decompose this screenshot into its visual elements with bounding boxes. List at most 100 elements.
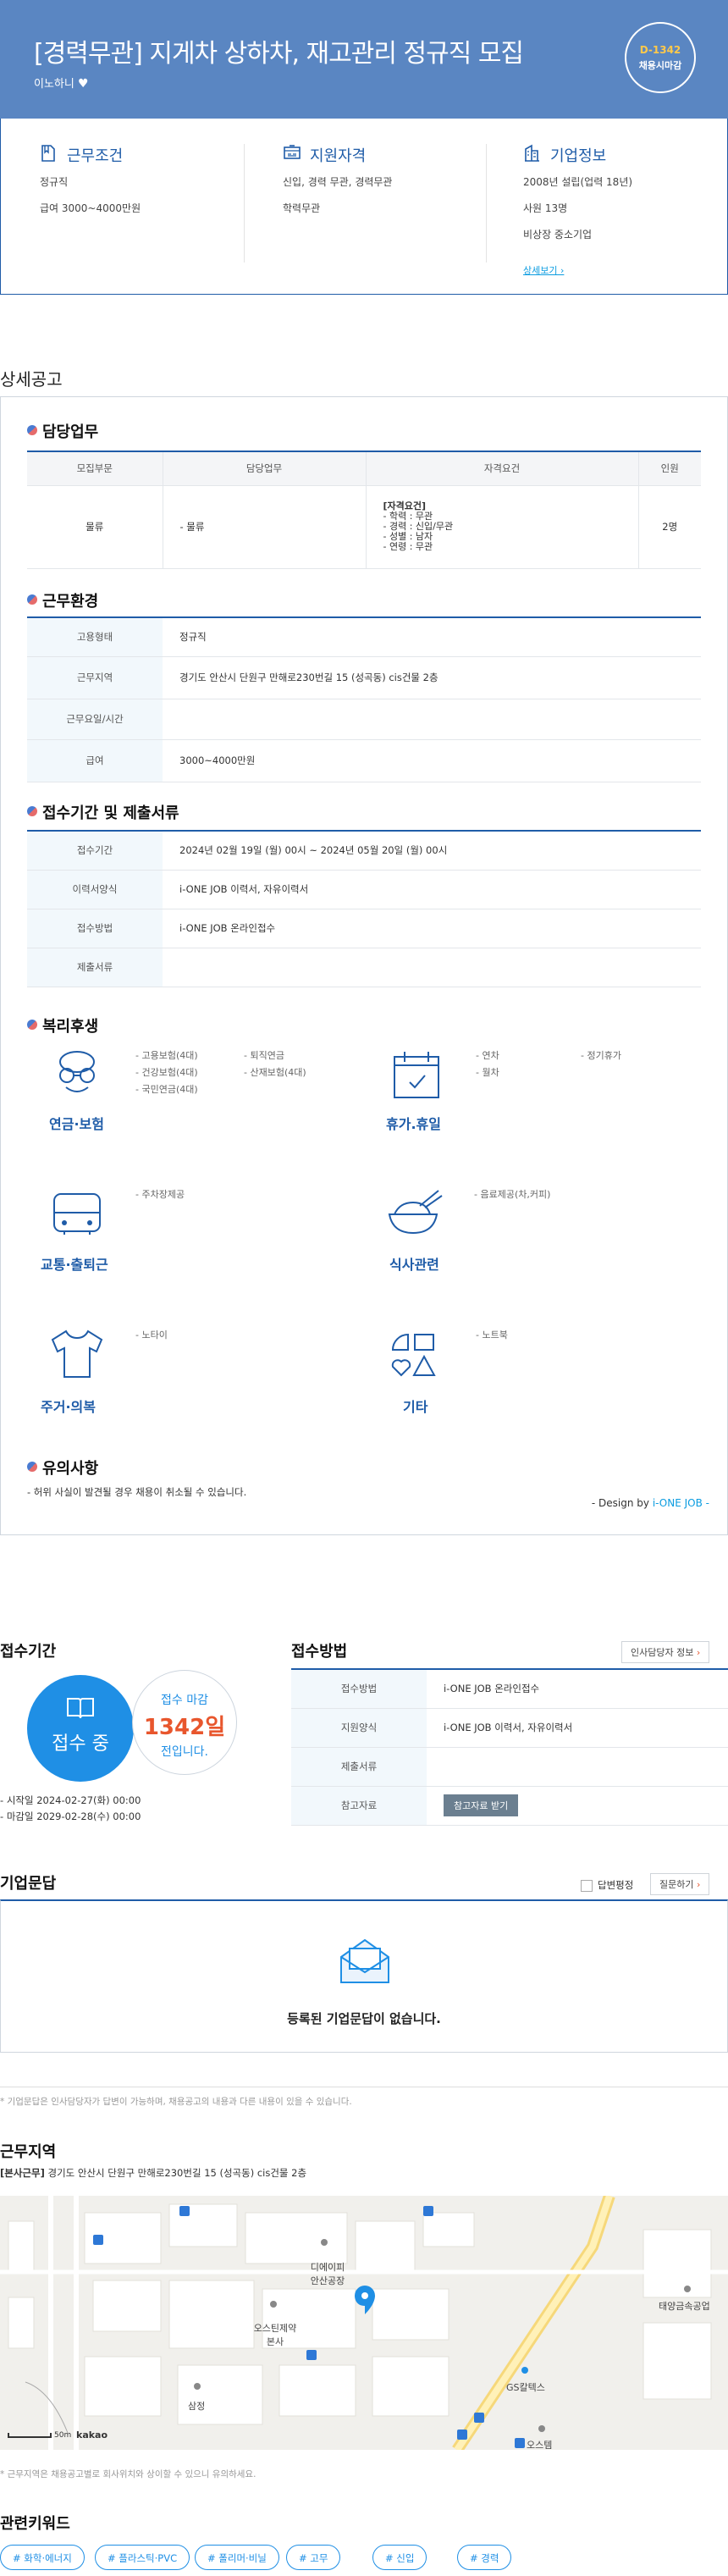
map-label: GS칼텍스 [506, 2382, 545, 2393]
deadline-suffix: 전입니다. [161, 1745, 208, 1759]
company-name-text: 이노하니 [34, 78, 74, 91]
duty-task: - 물류 [162, 485, 366, 569]
company-col: 기업정보 2008년 설립(업력 18년) 사원 13명 비상장 중소기업 상세… [523, 144, 632, 277]
row-key: 급여 [27, 739, 163, 782]
location-tag: [본사근무] [0, 2167, 45, 2179]
checkbox-label: 답변평정 [598, 1879, 634, 1891]
row-value [427, 1747, 728, 1787]
company-item: 비상장 중소기업 [523, 229, 593, 240]
table-row: 근무지역 경기도 안산시 단원구 만해로230번길 15 (성곡동) cis건물 … [27, 656, 701, 699]
condition-item: 급여 3000~4000만원 [40, 202, 141, 214]
row-key: 접수방법 [291, 1669, 427, 1709]
bus-icon [53, 1193, 101, 1235]
divider [244, 144, 245, 263]
welfare-item: - 주차장제공 [135, 1189, 185, 1200]
keyword-chip[interactable]: # 신입 [372, 2545, 427, 2570]
deadline-days: 1342일 [143, 1715, 226, 1740]
duty-part: 물류 [27, 485, 163, 569]
notice-text: - 허위 사실이 발견될 경우 채용이 취소될 수 있습니다. [27, 1486, 247, 1498]
row-value: i-ONE JOB 이력서, 자유이력서 [427, 1708, 728, 1748]
keyword-chip[interactable]: # 경력 [457, 2545, 512, 2570]
apply-period-title: 접수기간 [0, 1643, 57, 1661]
rice-bowl-icon [388, 1190, 443, 1235]
row-value: 참고자료 받기 [427, 1786, 728, 1826]
row-key: 이력서양식 [27, 870, 163, 909]
row-key: 근무요일/시간 [27, 699, 163, 740]
table-row: 제출서류 [27, 948, 701, 987]
welfare-label: 식사관련 [389, 1257, 439, 1273]
map-canvas[interactable] [0, 2196, 728, 2450]
row-key: 근무지역 [27, 656, 163, 699]
welfare-item: - 퇴직연금 [244, 1050, 284, 1061]
table-row: 급여 3000~4000만원 [27, 739, 701, 782]
design-credit: - Design by i-ONE JOB - [592, 1497, 709, 1509]
row-value [163, 948, 701, 987]
row-key: 제출서류 [291, 1747, 427, 1787]
map-brand: kakao [76, 2430, 108, 2441]
welfare-item: - 노타이 [135, 1329, 168, 1341]
table-header: 자격요건 [365, 451, 638, 486]
row-key: 접수기간 [27, 831, 163, 871]
table-row: 참고자료 참고자료 받기 [291, 1786, 728, 1826]
ask-question-button[interactable]: 질문하기 › [650, 1873, 710, 1895]
contact-info-label: 인사담당자 정보 [631, 1647, 694, 1658]
condition-item: 정규직 [40, 176, 69, 188]
ref-download-button[interactable]: 참고자료 받기 [444, 1794, 519, 1816]
submit-title: 접수기간 및 제출서류 [27, 801, 179, 823]
row-key: 지원양식 [291, 1708, 427, 1748]
row-key: 참고자료 [291, 1786, 427, 1826]
conditions-title: 근무조건 [40, 144, 141, 165]
company-name[interactable]: 이노하니 ♥ [34, 75, 89, 91]
qualification-title: 지원자격 [283, 144, 392, 165]
book-icon [67, 1698, 94, 1719]
keyword-chip[interactable]: # 폴리머·비닐 [195, 2545, 279, 2570]
job-summary: 근무조건 정규직 급여 3000~4000만원 지원자격 신입, 경력 무관, … [0, 119, 728, 295]
answer-filter-checkbox[interactable]: 답변평정 [581, 1878, 633, 1892]
table-row: 접수방법 i-ONE JOB 온라인접수 [27, 909, 701, 948]
welfare-item: - 국민연금(4대) [135, 1084, 198, 1095]
table-row: 접수방법 i-ONE JOB 온라인접수 [291, 1669, 728, 1709]
checkbox-box[interactable] [581, 1879, 593, 1892]
chevron-right-icon: › [696, 1879, 701, 1890]
qualification-title-text: 지원자격 [310, 147, 367, 165]
apply-method-table: 접수방법 i-ONE JOB 온라인접수 지원양식 i-ONE JOB 이력서, 자… [291, 1668, 728, 1826]
map-label: 디에이피 안산공장 [310, 2262, 345, 2286]
qna-title: 기업문답 [0, 1875, 57, 1893]
shapes-icon [391, 1333, 436, 1377]
company-detail-link[interactable]: 상세보기 › [523, 263, 632, 277]
keywords-title: 관련키워드 [0, 2515, 70, 2533]
welfare-item: - 음료제공(차,커피) [474, 1189, 551, 1200]
row-value [163, 699, 701, 740]
req-item: - 연령 : 무관 [383, 541, 433, 552]
table-row: 이력서양식 i-ONE JOB 이력서, 자유이력서 [27, 870, 701, 909]
company-title: 기업정보 [523, 144, 632, 165]
row-value: 경기도 안산시 단원구 만해로230번길 15 (성곡동) cis건물 2층 [163, 656, 701, 699]
company-detail-text: 상세보기 [523, 265, 558, 276]
welfare-item: - 노트북 [476, 1329, 508, 1341]
row-value: 정규직 [163, 617, 701, 657]
job-header: [경력무관] 지게차 상하차, 재고관리 정규직 모집 이노하니 ♥ D-134… [0, 0, 728, 119]
keyword-chip[interactable]: # 고무 [286, 2545, 341, 2570]
duty-table: 모집부문 담당업무 자격요건 인원 물류 - 물류 [자격요건] - 학력 : … [27, 451, 701, 569]
map-label: 오스틴제약 본사 [253, 2323, 297, 2347]
welfare-label: 주거·의복 [41, 1399, 96, 1415]
map-label: 태양금속공업 [659, 2301, 710, 2312]
map-label: 오스템 [527, 2440, 553, 2450]
row-key: 고용형태 [27, 617, 163, 657]
keyword-chip[interactable]: # 플라스틱·PVC [95, 2545, 190, 2570]
map-view[interactable]: 디에이피 안산공장 오스틴제약 본사 삼정 태양금속공업 GS칼텍스 오스템 5… [0, 2196, 728, 2450]
dday-sub: 채용시마감 [638, 60, 682, 71]
company-item: 사원 13명 [523, 202, 568, 214]
duty-count: 2명 [637, 485, 701, 569]
contact-info-button[interactable]: 인사담당자 정보 › [621, 1641, 710, 1663]
table-row: 근무요일/시간 [27, 699, 701, 740]
conditions-title-text: 근무조건 [67, 147, 124, 165]
qualification-item: 신입, 경력 무관, 경력무관 [283, 176, 393, 188]
keyword-chip[interactable]: # 화학·에너지 [0, 2545, 85, 2570]
design-brand: i-ONE JOB - [652, 1497, 709, 1509]
row-value: 3000~4000만원 [163, 739, 701, 782]
heart-icon[interactable]: ♥ [78, 77, 89, 91]
detail-section-title: 상세공고 [0, 369, 63, 390]
welfare-item: - 건강보험(4대) [135, 1067, 198, 1078]
location-address: [본사근무] 경기도 안산시 단원구 만해로230번길 15 (성곡동) cis… [0, 2166, 306, 2180]
